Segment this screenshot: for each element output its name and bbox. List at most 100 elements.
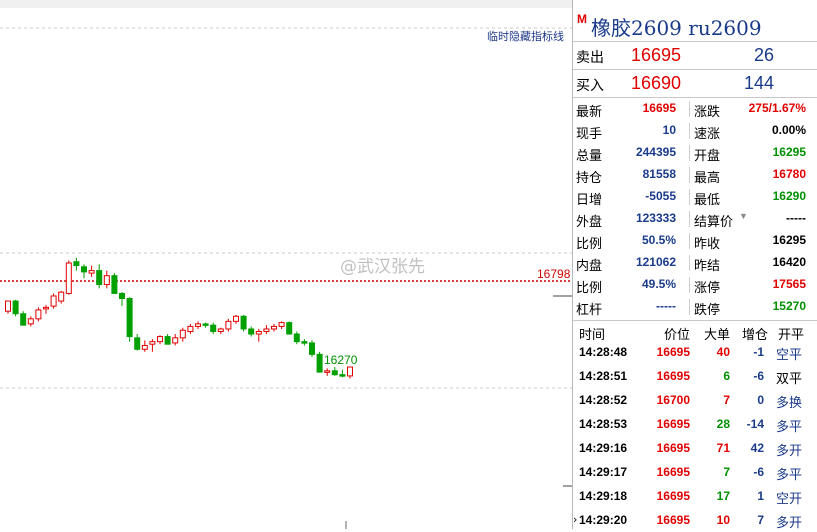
- candle-body: [50, 295, 57, 307]
- candle-body: [96, 270, 103, 286]
- trade-row[interactable]: 14:28:53 16695 28 -14 多平: [573, 412, 817, 436]
- trade-row[interactable]: 14:28:48 16695 40 -1 空平: [573, 340, 817, 364]
- trade-row[interactable]: 14:28:52 16700 7 0 多换: [573, 388, 817, 412]
- quote-label: 比例: [576, 236, 603, 251]
- divider: [689, 211, 690, 227]
- quote-label: 比例: [576, 280, 603, 295]
- trade-kind: 多开: [775, 443, 802, 458]
- candle-body: [73, 261, 80, 267]
- divider: [689, 233, 690, 249]
- candle-body: [126, 298, 133, 338]
- buy-price: 16690: [631, 73, 682, 93]
- candle-body: [301, 341, 308, 344]
- reference-price-label: 16798: [537, 267, 571, 281]
- candle-body: [81, 266, 87, 273]
- quote-value: 81558: [642, 167, 676, 181]
- candle-body: [157, 336, 163, 343]
- trade-time: 14:29:18: [579, 489, 628, 503]
- quote-label: 开盘: [694, 148, 721, 163]
- trade-size: 6: [723, 369, 730, 383]
- quote-row: 比例 50.5% 昨收 16295: [573, 230, 817, 252]
- trade-size: 28: [716, 417, 730, 431]
- trade-kind: 多换: [775, 395, 802, 410]
- sell-volume: 26: [753, 45, 774, 65]
- candle-body: [278, 322, 285, 327]
- quote-row: 内盘 121062 昨结 16420: [573, 252, 817, 274]
- candle-body: [35, 309, 42, 320]
- quote-value: 16295: [772, 233, 806, 247]
- candle-body: [20, 313, 27, 326]
- candle-body: [5, 300, 11, 312]
- quote-value: 50.5%: [641, 233, 676, 247]
- candles-group: [5, 257, 353, 379]
- trade-row[interactable]: 14:29:17 16695 7 -6 多平: [573, 460, 817, 484]
- quote-value: 275/1.67%: [748, 101, 806, 115]
- divider: [689, 255, 690, 271]
- trade-row[interactable]: 14:28:51 16695 6 -6 双平: [573, 364, 817, 388]
- quote-label: 结算价: [694, 214, 734, 229]
- market-marker: M: [577, 12, 587, 26]
- trade-oi-change: 0: [757, 393, 764, 407]
- watermark: @武汉张先: [340, 257, 425, 277]
- trade-time: 14:29:20: [579, 513, 628, 527]
- candle-body: [255, 331, 262, 335]
- divider: [689, 101, 690, 117]
- candle-body: [149, 341, 156, 345]
- settle-dropdown-icon[interactable]: ▼: [739, 211, 748, 221]
- quote-row: 杠杆 ----- 跌停 15270: [573, 296, 817, 318]
- quote-value: 123333: [635, 211, 676, 225]
- candle-body: [179, 329, 186, 339]
- trade-row[interactable]: 14:29:20 16695 10 7 多开: [573, 508, 817, 532]
- quote-value: 16780: [772, 167, 806, 181]
- quote-label: 最高: [694, 170, 721, 185]
- trade-kind: 多开: [775, 515, 802, 530]
- trade-row[interactable]: 14:29:18 16695 17 1 空开: [573, 484, 817, 508]
- candle-body: [65, 262, 72, 294]
- trade-kind: 多平: [775, 467, 802, 482]
- quote-label: 速涨: [694, 126, 721, 141]
- quote-row: 日增 -5055 最低 16290: [573, 186, 817, 208]
- quote-row: 外盘 123333 结算价 ▼ -----: [573, 208, 817, 230]
- quote-value: 17565: [772, 277, 806, 291]
- candle-body: [240, 315, 247, 330]
- trade-time: 14:28:53: [579, 417, 628, 431]
- candle-body: [263, 328, 270, 333]
- candle-body: [309, 342, 315, 355]
- quote-label: 持仓: [576, 170, 603, 185]
- row-pointer-icon: ›: [573, 513, 578, 526]
- trade-oi-change: 1: [757, 489, 764, 503]
- trade-time: 14:28:52: [579, 393, 628, 407]
- quote-row: 比例 49.5% 涨停 17565: [573, 274, 817, 296]
- trade-size: 40: [716, 345, 730, 359]
- candle-body: [134, 337, 141, 350]
- candle-body: [12, 300, 19, 315]
- trade-time: 14:28:48: [579, 345, 628, 359]
- candle-body: [286, 322, 293, 335]
- hide-indicator-button[interactable]: 临时隐藏指标线: [487, 28, 564, 44]
- quote-label: 杠杆: [576, 302, 603, 317]
- candle-body: [58, 291, 65, 302]
- sell-row[interactable]: 卖出 16695 26: [573, 42, 817, 70]
- candle-body: [119, 292, 125, 300]
- trade-kind: 多平: [775, 419, 802, 434]
- chart-canvas[interactable]: 16798 16270: [0, 0, 572, 529]
- quote-label: 昨结: [694, 258, 721, 273]
- trade-kind: 空平: [775, 347, 802, 362]
- quote-value: 10: [662, 123, 676, 137]
- divider: [689, 123, 690, 139]
- trade-time: 14:29:17: [579, 465, 628, 479]
- candle-body: [233, 315, 239, 322]
- candlestick-chart[interactable]: 16798 16270 临时隐藏指标线: [0, 0, 572, 529]
- trade-size: 10: [716, 513, 730, 527]
- divider: [689, 145, 690, 161]
- trade-kind: 空开: [775, 491, 802, 506]
- trade-row[interactable]: 14:29:16 16695 71 42 多开: [573, 436, 817, 460]
- divider: [689, 277, 690, 293]
- candle-body: [111, 275, 118, 294]
- buy-row[interactable]: 买入 16690 144: [573, 70, 817, 98]
- trade-size: 71: [716, 441, 730, 455]
- quote-row: 总量 244395 开盘 16295: [573, 142, 817, 164]
- trade-price: 16695: [656, 345, 690, 359]
- symbol-header[interactable]: M 橡胶2609 ru2609: [573, 0, 817, 42]
- quote-label: 日增: [576, 192, 603, 207]
